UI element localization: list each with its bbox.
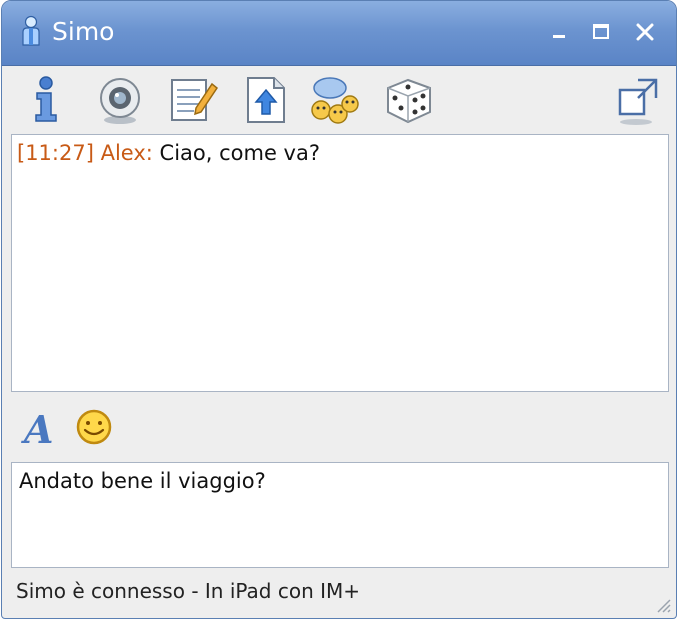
chat-message: [11:27] Alex: Ciao, come va? — [17, 141, 663, 165]
file-transfer-button[interactable] — [240, 74, 292, 126]
maximize-icon — [588, 19, 614, 45]
font-button[interactable]: A — [18, 405, 62, 452]
webcam-icon — [94, 74, 146, 126]
chat-history[interactable]: [11:27] Alex: Ciao, come va? — [11, 134, 669, 392]
group-chat-icon — [308, 74, 360, 126]
minimize-icon — [546, 19, 572, 45]
message-time: [11:27] — [17, 141, 94, 165]
minimize-button[interactable] — [546, 19, 572, 45]
maximize-button[interactable] — [588, 19, 614, 45]
format-bar: A — [2, 397, 676, 457]
webcam-button[interactable] — [94, 74, 146, 126]
user-icon — [20, 15, 42, 47]
close-button[interactable] — [632, 19, 658, 45]
emoticon-button[interactable] — [72, 405, 116, 449]
message-sender: Alex: — [100, 141, 153, 165]
popout-window-icon — [614, 74, 666, 126]
group-chat-button[interactable] — [308, 74, 360, 126]
detach-window-button[interactable] — [614, 74, 666, 126]
message-input[interactable]: Andato bene il viaggio? — [11, 462, 669, 568]
close-icon — [632, 19, 658, 45]
smiley-icon — [72, 409, 116, 453]
title-bar[interactable]: Simo — [2, 1, 676, 66]
notes-button[interactable] — [166, 74, 218, 126]
dice-icon — [382, 74, 434, 126]
resize-grip-icon[interactable] — [654, 596, 672, 614]
toolbar — [2, 66, 676, 130]
game-button[interactable] — [382, 74, 434, 126]
info-button[interactable] — [20, 74, 72, 126]
chat-window: Simo [11:27] Alex: Ciao, come va? A Anda… — [1, 0, 677, 619]
message-text: Ciao, come va? — [159, 141, 320, 165]
window-title: Simo — [52, 17, 115, 46]
upload-file-icon — [240, 74, 292, 126]
info-icon — [20, 74, 72, 126]
status-text: Simo è connesso - In iPad con IM+ — [16, 579, 361, 603]
svg-text:A: A — [21, 407, 53, 449]
notepad-icon — [166, 74, 218, 126]
font-style-icon: A — [18, 407, 62, 453]
